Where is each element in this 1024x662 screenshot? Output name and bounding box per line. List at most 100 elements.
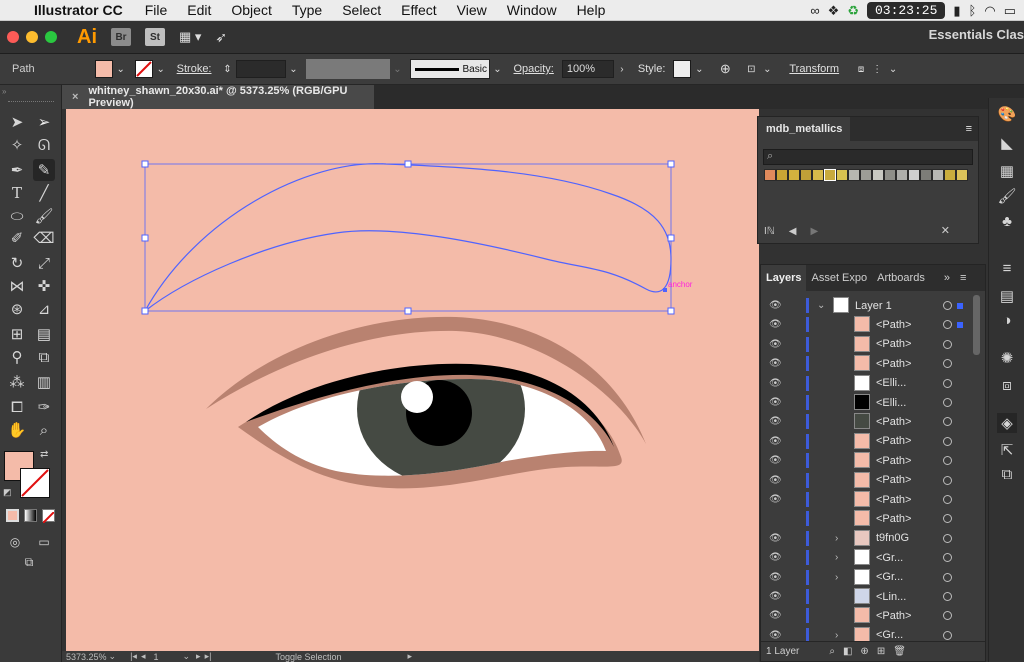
asset-export-icon[interactable]: ⇱ [997,440,1017,460]
bridge-button[interactable]: Br [111,28,131,46]
row-name[interactable]: <Path> [876,338,911,350]
zoom-tool-icon[interactable]: ⌕ [33,419,55,441]
stroke-dropdown-icon[interactable]: ⌄ [153,60,169,78]
zoom-window-button[interactable] [45,31,57,43]
layer-row[interactable]: 👁 <Path> [761,471,985,490]
battery-icon[interactable]: ▮ [953,3,960,19]
swatch[interactable] [956,169,968,181]
edit-toolbar-icon[interactable]: ⧉ [18,551,40,573]
visibility-eye-icon[interactable]: 👁 [769,552,782,563]
locate-object-icon[interactable]: ⌕ [829,646,835,657]
library-menu-icon[interactable]: Iℕ [764,226,775,237]
visibility-eye-icon[interactable]: 👁 [769,533,782,544]
artboards-dock-icon[interactable]: ⧉ [997,464,1017,484]
paintbrush-tool-icon[interactable]: 🖌 [33,205,55,227]
graphic-style-swatch[interactable] [673,60,692,78]
row-name[interactable]: <Lin... [876,591,906,603]
visibility-eye-icon[interactable]: 👁 [769,436,782,447]
row-name[interactable]: <Elli... [876,397,906,409]
visibility-eye-icon[interactable]: 👁 [769,630,782,641]
menu-edit[interactable]: Edit [177,2,221,18]
variable-width-profile[interactable] [305,59,390,79]
gradient-tool-icon[interactable]: ▤ [33,323,55,345]
eyedropper-tool-icon[interactable]: ⚲ [6,346,28,368]
row-name[interactable]: <Path> [876,610,911,622]
layer-row[interactable]: 👁 <Path> [761,490,985,509]
scale-tool-icon[interactable]: ⤢ [33,252,55,274]
rotate-tool-icon[interactable]: ↻ [6,252,28,274]
wifi-icon[interactable]: ◠ [984,3,995,19]
layer-row[interactable]: 👁 <Path> [761,315,985,334]
minimize-window-button[interactable] [26,31,38,43]
bbox-handle-tl[interactable] [141,160,149,168]
workspace-switcher[interactable]: Essentials Clas [929,27,1024,42]
swap-fill-stroke-icon[interactable]: ⇄ [40,449,48,460]
lasso-tool-icon[interactable]: ᘏ [33,134,55,156]
visibility-eye-icon[interactable]: 👁 [769,475,782,486]
make-clip-mask-icon[interactable]: ◧ [843,646,852,657]
perspective-grid-tool-icon[interactable]: ⊿ [33,298,55,320]
layer-row[interactable]: 👁 <Path> [761,432,985,451]
tab-artboards[interactable]: Artboards [872,265,930,291]
row-name[interactable]: <Gr... [876,571,903,583]
visibility-eye-icon[interactable]: 👁 [769,610,782,621]
document-tab[interactable]: × whitney_shawn_20x30.ai* @ 5373.25% (RG… [62,85,374,109]
swatch-library-tab[interactable]: mdb_metallics [758,117,851,141]
none-mode-button[interactable] [42,509,55,524]
swatch-selected[interactable] [824,169,836,181]
artboard-canvas[interactable]: anchor [66,109,759,651]
target-circle[interactable] [943,320,952,330]
bluetooth-icon[interactable]: ᛒ [969,3,977,18]
stock-button[interactable]: St [145,28,165,46]
brush-dropdown-icon[interactable]: ⌄ [490,60,506,78]
menu-object[interactable]: Object [221,2,281,18]
visibility-eye-icon[interactable]: 👁 [769,358,782,369]
stroke-label[interactable]: Stroke: [169,63,220,75]
column-graph-tool-icon[interactable]: ▥ [33,371,55,393]
target-circle[interactable] [943,359,952,369]
prev-artboard-icon[interactable]: ◂ [141,651,146,662]
menubar-clock[interactable]: 03:23:25 [866,2,946,19]
row-name[interactable]: <Path> [876,474,911,486]
collapse-chevron-icon[interactable]: ⌄ [817,300,825,311]
transform-link[interactable]: Transform [781,63,847,75]
swatch[interactable] [872,169,884,181]
row-name[interactable]: <Elli... [876,377,906,389]
pen-tool-icon[interactable]: ✒ [6,159,28,181]
menu-select[interactable]: Select [332,2,391,18]
panel-menu-icon[interactable]: ≡ [966,123,972,135]
artboard-number-field[interactable]: 1 [153,652,158,662]
row-name[interactable]: <Path> [876,513,911,525]
line-tool-icon[interactable]: ╱ [33,182,55,204]
target-circle[interactable] [943,630,952,640]
swatch[interactable] [896,169,908,181]
menu-type[interactable]: Type [282,2,332,18]
layers-menu-icon[interactable]: ≡ [960,272,966,284]
visibility-eye-icon[interactable]: 👁 [769,378,782,389]
align-icon[interactable]: ⊡ [743,60,759,78]
target-circle[interactable] [943,553,952,563]
target-circle[interactable] [943,456,952,466]
swatch[interactable] [788,169,800,181]
fill-dropdown-icon[interactable]: ⌄ [113,60,129,78]
anchor-point-marker[interactable] [663,288,667,292]
swatch[interactable] [884,169,896,181]
dropbox-icon[interactable]: ❖ [828,3,840,19]
target-circle[interactable] [943,378,952,388]
more-options-icon[interactable]: ⋮ [869,60,885,78]
prev-library-icon[interactable]: ◀ [789,226,797,237]
row-name[interactable]: <Gr... [876,552,903,564]
layer-row[interactable]: 👁 <Lin... [761,587,985,606]
shape-builder-tool-icon[interactable]: ⊛ [6,298,28,320]
swatch[interactable] [764,169,776,181]
color-guide-icon[interactable]: 🎨 [997,104,1017,124]
slice-tool-icon[interactable]: ✑ [33,396,55,418]
menu-file[interactable]: File [135,2,178,18]
target-circle[interactable] [943,572,952,582]
layer-row[interactable]: 👁 › t9fn0G [761,529,985,548]
layer-row[interactable]: 👁 <Path> [761,412,985,431]
shaper-tool-icon[interactable]: ✐ [6,227,28,249]
visibility-eye-icon[interactable]: 👁 [769,339,782,350]
color-mode-button[interactable] [6,509,19,522]
bbox-handle-bm[interactable] [404,307,412,315]
